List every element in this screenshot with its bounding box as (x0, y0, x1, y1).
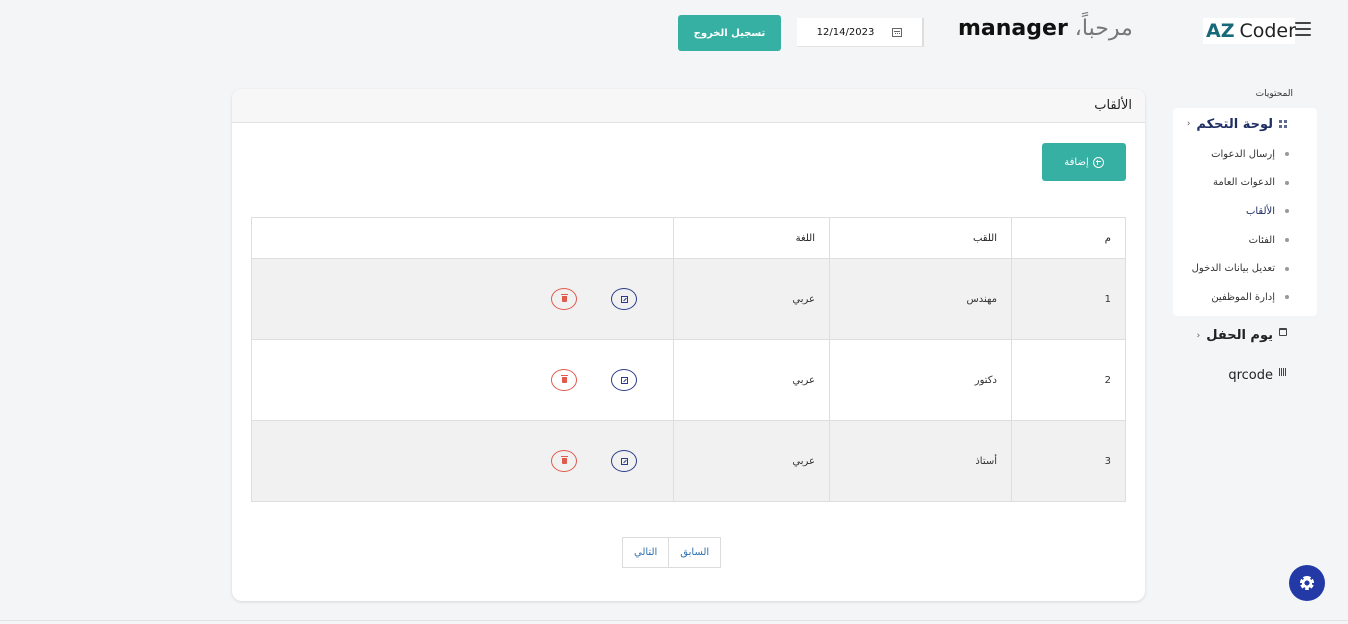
cell-title: دكتور (829, 339, 1012, 421)
sidebar-item-dashboard[interactable]: لوحة التحكم ‹ (1173, 108, 1317, 140)
edit-button[interactable] (611, 450, 637, 472)
calendar-icon[interactable] (892, 27, 903, 37)
cell-actions (251, 258, 674, 340)
trash-icon (560, 294, 568, 302)
col-header-title: اللقب (829, 217, 1012, 259)
logo-coder: Coder (1239, 20, 1296, 42)
cell-title: أستاذ (829, 420, 1012, 502)
delete-button[interactable] (551, 450, 577, 472)
greeting: مرحباً، manager (958, 16, 1133, 41)
edit-icon (620, 295, 628, 303)
titles-card: الألقاب إضافة م اللقب اللغة 1 مهندس عربي (232, 89, 1145, 601)
table-row: 2 دكتور عربي (251, 339, 1126, 421)
sidebar-item-party-day-label: يوم الحفل (1206, 328, 1273, 344)
cell-language: عربي (673, 339, 830, 421)
col-header-language: اللغة (673, 217, 830, 259)
logo-az: AZ (1206, 20, 1235, 42)
table-row: 3 أستاذ عربي (251, 420, 1126, 502)
edit-button[interactable] (611, 369, 637, 391)
sidebar-subitem-label: إدارة الموظفين (1211, 291, 1275, 303)
sidebar-subitem-titles[interactable]: الألقاب (1173, 197, 1317, 226)
sidebar-item-qrcode[interactable]: qrcode (1173, 356, 1317, 396)
sidebar-subitem-label: الألقاب (1245, 205, 1275, 217)
grid-icon (1279, 120, 1287, 128)
bullet-icon (1285, 295, 1289, 300)
bullet-icon (1285, 180, 1289, 185)
date-value: 12/14/2023 (816, 26, 875, 38)
cell-language: عربي (673, 258, 830, 340)
greeting-username: manager (958, 16, 1068, 41)
sidebar-subitem-label: إرسال الدعوات (1211, 148, 1275, 160)
cell-number: 1 (1011, 258, 1126, 340)
trash-icon (560, 456, 568, 464)
sidebar-subitem-label: تعديل بيانات الدخول (1191, 263, 1275, 275)
col-header-number: م (1011, 217, 1126, 259)
cell-number: 2 (1011, 339, 1126, 421)
greeting-welcome: مرحباً، (1067, 16, 1133, 41)
sidebar-subitem-label: الفئات (1248, 234, 1275, 246)
next-page-button[interactable]: التالي (622, 537, 670, 568)
calendar-icon (1279, 327, 1287, 336)
bullet-icon (1285, 152, 1289, 157)
date-picker[interactable]: 12/14/2023 (797, 18, 924, 47)
logout-button[interactable]: تسجيل الخروج (678, 15, 781, 51)
sidebar-section-label: المحتويات (1255, 89, 1293, 99)
chevron-left-icon: ‹ (1186, 119, 1191, 129)
delete-button[interactable] (551, 288, 577, 310)
sidebar-subitem-send-invitations[interactable]: إرسال الدعوات (1173, 140, 1317, 169)
sidebar-subitem-label: الدعوات العامة (1213, 177, 1275, 189)
chevron-left-icon: ‹ (1196, 330, 1201, 341)
cell-actions (251, 339, 674, 421)
sidebar-item-qrcode-label: qrcode (1228, 368, 1273, 384)
table-row: 1 مهندس عربي (251, 258, 1126, 340)
add-button[interactable]: إضافة (1042, 143, 1126, 181)
bullet-icon (1285, 238, 1289, 243)
hamburger-menu-icon[interactable] (1295, 22, 1311, 36)
settings-button[interactable] (1289, 565, 1325, 601)
gear-icon (1300, 576, 1314, 590)
sidebar-subitem-staff[interactable]: إدارة الموظفين (1173, 283, 1317, 312)
bullet-icon (1285, 209, 1289, 214)
add-button-label: إضافة (1064, 156, 1089, 168)
titles-table: م اللقب اللغة 1 مهندس عربي 2 دكتور عربي (251, 217, 1126, 502)
logo: AZ Coder (1203, 18, 1296, 44)
prev-page-button[interactable]: السابق (669, 537, 722, 568)
delete-button[interactable] (551, 369, 577, 391)
edit-icon (620, 457, 628, 465)
sidebar-subitem-categories[interactable]: الفئات (1173, 226, 1317, 255)
sidebar: المحتويات لوحة التحكم ‹ إرسال الدعوات ال… (1173, 82, 1317, 396)
footer-divider (0, 620, 1348, 621)
cell-number: 3 (1011, 420, 1126, 502)
cell-actions (251, 420, 674, 502)
cell-language: عربي (673, 420, 830, 502)
col-header-actions (251, 217, 674, 259)
sidebar-group-dashboard: لوحة التحكم ‹ إرسال الدعوات الدعوات العا… (1173, 108, 1317, 316)
sidebar-subitem-edit-login[interactable]: تعديل بيانات الدخول (1173, 254, 1317, 283)
sidebar-item-party-day[interactable]: يوم الحفل ‹ (1173, 316, 1317, 356)
trash-icon (560, 375, 568, 383)
edit-icon (620, 376, 628, 384)
page-title: الألقاب (1094, 98, 1132, 113)
sidebar-subitem-public-invitations[interactable]: الدعوات العامة (1173, 169, 1317, 198)
barcode-icon (1279, 367, 1287, 376)
table-header-row: م اللقب اللغة (251, 217, 1126, 259)
bullet-icon (1285, 266, 1289, 271)
plus-circle-icon (1092, 156, 1104, 168)
card-header: الألقاب (232, 89, 1145, 123)
pagination: التالي السابق (622, 537, 722, 568)
cell-title: مهندس (829, 258, 1012, 340)
edit-button[interactable] (611, 288, 637, 310)
sidebar-item-dashboard-label: لوحة التحكم (1196, 116, 1273, 132)
